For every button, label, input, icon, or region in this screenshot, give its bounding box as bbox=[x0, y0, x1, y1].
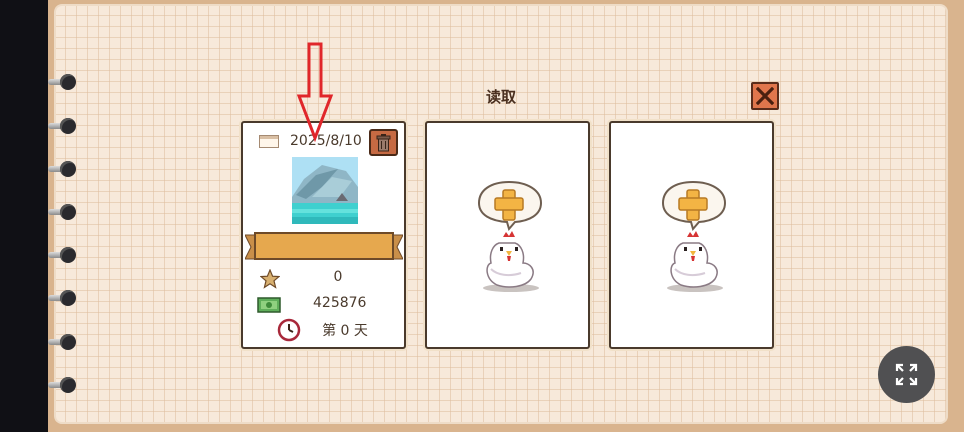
trash-icon bbox=[376, 134, 391, 152]
clock-icon bbox=[277, 318, 301, 342]
spiral-ring bbox=[48, 74, 78, 90]
left-border bbox=[0, 0, 48, 432]
money-icon bbox=[257, 297, 281, 313]
save-slot-3[interactable] bbox=[609, 121, 774, 349]
empty-slot-chicken-icon bbox=[477, 180, 543, 292]
fullscreen-button[interactable] bbox=[878, 346, 935, 403]
spiral-ring bbox=[48, 118, 78, 134]
dialog-title: 读取 bbox=[485, 88, 516, 106]
annotation-arrow bbox=[296, 42, 334, 143]
close-icon bbox=[756, 87, 774, 105]
fullscreen-icon bbox=[895, 363, 918, 386]
save-thumbnail bbox=[292, 157, 358, 224]
spiral-ring bbox=[48, 377, 78, 393]
save-slot-1[interactable]: 2025/8/10 0 425876 第 0 天 bbox=[241, 121, 406, 349]
save-slot-2[interactable] bbox=[425, 121, 590, 349]
spiral-ring bbox=[48, 334, 78, 350]
close-button[interactable] bbox=[751, 82, 779, 110]
spiral-ring bbox=[48, 161, 78, 177]
save-name-ribbon bbox=[245, 232, 403, 260]
spiral-ring bbox=[48, 204, 78, 220]
spiral-ring bbox=[48, 247, 78, 263]
stars-row: 0 bbox=[243, 269, 404, 289]
delete-save-button[interactable] bbox=[369, 129, 398, 156]
empty-slot-chicken-icon bbox=[661, 180, 727, 292]
money-row: 425876 bbox=[243, 295, 404, 315]
day-value: 第 0 天 bbox=[322, 323, 368, 339]
money-value: 425876 bbox=[313, 295, 367, 311]
star-icon bbox=[260, 269, 280, 289]
calendar-icon bbox=[259, 135, 279, 148]
day-row: 第 0 天 bbox=[243, 318, 404, 342]
stars-value: 0 bbox=[333, 269, 343, 285]
spiral-ring bbox=[48, 290, 78, 306]
